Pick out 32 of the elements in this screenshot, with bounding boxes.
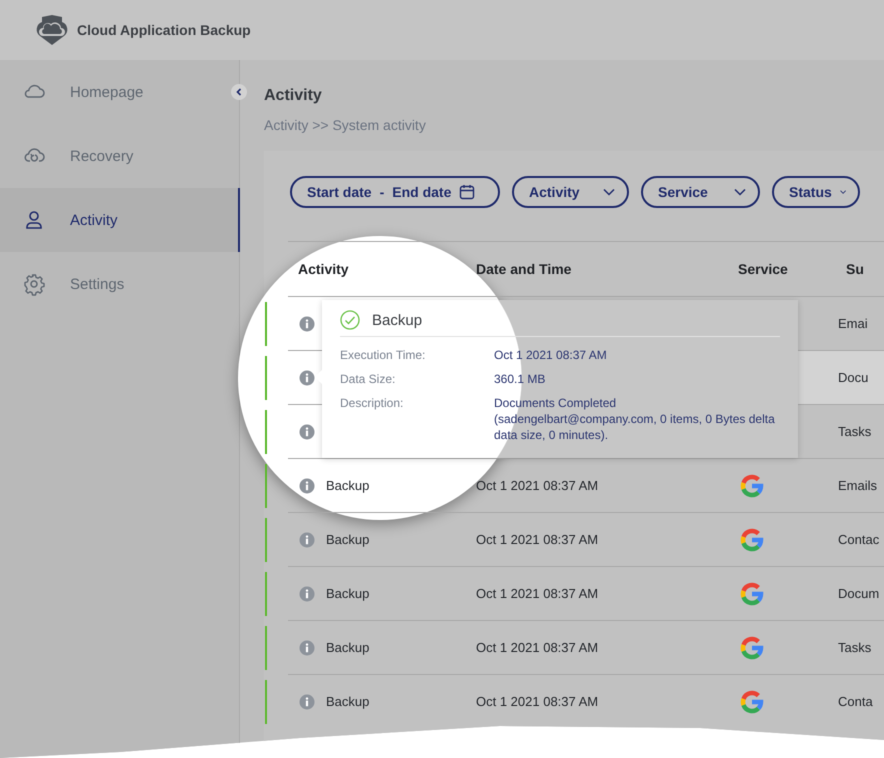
table-cell-text: Tasks <box>838 424 872 439</box>
table-cell-text: Emails <box>838 478 878 493</box>
page-title: Activity <box>264 86 323 106</box>
column-header: Activity <box>297 261 350 277</box>
table-cell-text: Backup <box>325 694 370 709</box>
table-cell-text: Backup <box>325 640 370 655</box>
table-cell-text: Backup <box>325 586 370 601</box>
table-cell-text: Docum <box>838 586 880 601</box>
column-header: Su <box>845 261 865 277</box>
table-cell-text: Backup <box>325 478 370 493</box>
table-cell-text: Conta <box>838 694 874 709</box>
table-cell-text: Oct 1 2021 08:37 AM <box>475 586 600 601</box>
field-value: Documents Completed (sadengelbart@company.com, 0 items, 0 Bytes delta data size, 0 minutes). <box>494 395 776 443</box>
column-header: Date and Time <box>475 261 572 277</box>
table-cell-text: Oct 1 2021 08:37 AM <box>475 478 600 493</box>
tooltip-title: Backup <box>372 312 422 328</box>
table-cell-text: Oct 1 2021 08:37 AM <box>475 640 600 655</box>
table-cell-text: Contac <box>838 532 880 547</box>
table-cell-text: Oct 1 2021 08:37 AM <box>475 694 600 709</box>
table-cell-text: Docu <box>838 370 870 385</box>
field-label: Description: <box>340 395 404 412</box>
field-label: Execution Time: <box>340 347 426 363</box>
table-cell-text: Backup <box>325 532 370 547</box>
breadcrumb: Activity >> System activity <box>264 116 427 134</box>
field-value: Oct 1 2021 08:37 AM <box>494 347 608 363</box>
column-header: Service <box>737 261 789 277</box>
table-cell-text: Oct 1 2021 08:37 AM <box>475 532 600 547</box>
app-title: Cloud Application Backup <box>77 22 251 38</box>
field-value: 360.1 MB <box>494 371 546 387</box>
table-cell-text: Tasks <box>838 640 872 655</box>
field-label: Data Size: <box>340 371 396 387</box>
table-cell-text: Emai <box>838 316 869 331</box>
